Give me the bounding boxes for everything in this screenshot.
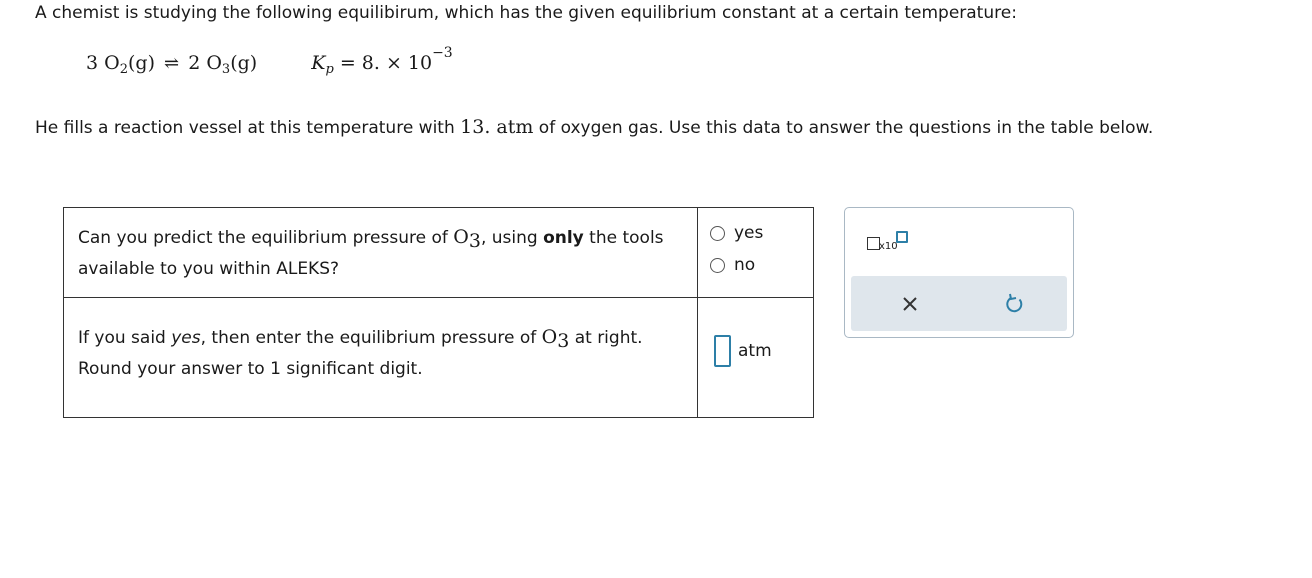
- clear-button[interactable]: [898, 292, 922, 316]
- radio-yes-circle[interactable]: [710, 225, 725, 241]
- scientific-notation-button[interactable]: x10: [867, 229, 911, 255]
- problem-statement: He fills a reaction vessel at this tempe…: [35, 116, 1154, 138]
- action-bar: [851, 276, 1067, 331]
- x10-label: x10: [879, 241, 898, 252]
- radio-yes-label: yes: [734, 223, 764, 243]
- undo-icon: [1006, 293, 1023, 313]
- pressure-input[interactable]: [714, 335, 731, 367]
- equilibrium-equation: 3 O2(g) ⇌ 2 O3(g) Kp = 8. × 10−3: [86, 45, 453, 77]
- answer-toolbox: x10: [844, 207, 1074, 338]
- close-icon: [903, 297, 917, 311]
- radio-no-label: no: [734, 255, 756, 275]
- radio-yes[interactable]: yes: [710, 223, 805, 243]
- undo-button[interactable]: [1003, 292, 1027, 316]
- radio-no[interactable]: no: [710, 255, 805, 275]
- question-table: Can you predict the equilibrium pressure…: [63, 207, 814, 418]
- intro-text: A chemist is studying the following equi…: [35, 3, 1017, 23]
- question-2-answer: atm: [697, 297, 814, 418]
- exponent-box-icon: [896, 231, 908, 243]
- radio-no-circle[interactable]: [710, 257, 725, 273]
- question-2-text: If you said yes, then enter the equilibr…: [63, 297, 698, 418]
- kp-symbol: Kp: [311, 52, 334, 77]
- pressure-unit: atm: [738, 341, 772, 361]
- question-1-answer: yes no: [697, 207, 814, 298]
- kp-exponent: −3: [432, 45, 453, 61]
- oxygen-amount: 13. atm: [460, 116, 534, 138]
- equilibrium-arrow-icon: ⇌: [164, 53, 180, 74]
- question-1-text: Can you predict the equilibrium pressure…: [63, 207, 698, 298]
- kp-value: = 8. × 10: [339, 52, 433, 74]
